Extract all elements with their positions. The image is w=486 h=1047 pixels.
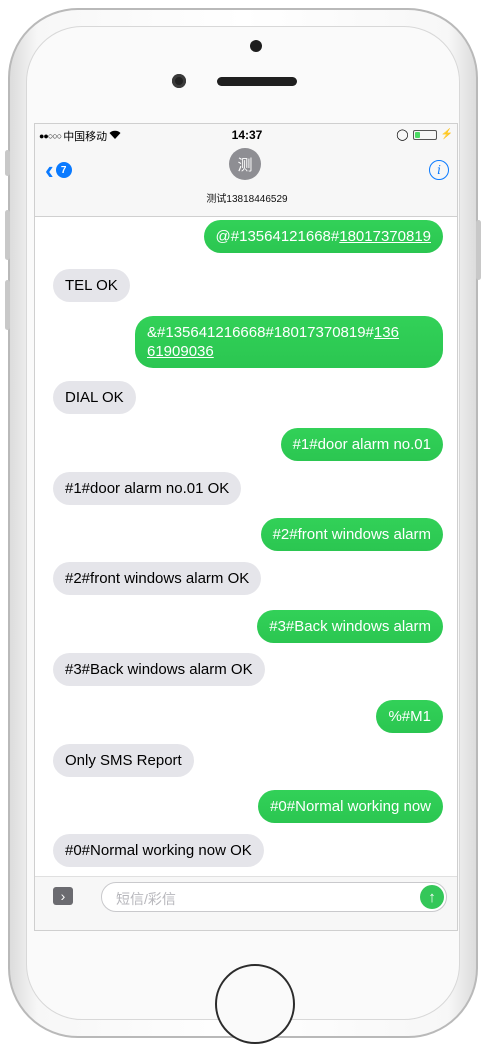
message-bubble-received[interactable]: #1#door alarm no.01 OK [53, 472, 242, 505]
status-time: 14:37 [231, 128, 263, 142]
proximity-sensor [250, 40, 262, 52]
navigation-bar: ●●○○○ 中国移动 14:37 ◯ ⚡ ‹ 7 测 测试13818446529… [35, 124, 457, 217]
message-text: @#13564121668# [215, 228, 340, 245]
phone-link[interactable]: 136 [374, 324, 399, 341]
message-text: &#135641216668#18017370819# [147, 324, 374, 341]
message-bubble-received[interactable]: #2#front windows alarm OK [53, 562, 262, 595]
back-button[interactable]: ‹ 7 [45, 155, 72, 185]
screen: ●●○○○ 中国移动 14:37 ◯ ⚡ ‹ 7 测 测试13818446529… [34, 123, 458, 931]
message-bubble-sent[interactable]: #1#door alarm no.01 [280, 428, 443, 461]
message-text: Only SMS Report [65, 752, 182, 769]
message-bubble-received[interactable]: TEL OK [53, 269, 130, 302]
phone-link[interactable]: 61909036 [147, 343, 214, 360]
message-bubble-received[interactable]: DIAL OK [53, 381, 136, 414]
battery-level [414, 131, 420, 138]
message-bubble-received[interactable]: #3#Back windows alarm OK [53, 653, 265, 686]
message-bubble-received[interactable]: #0#Normal working now OK [53, 834, 264, 867]
send-button[interactable]: ↑ [420, 885, 444, 909]
volume-up-button [5, 210, 10, 260]
chevron-right-icon: › [60, 888, 66, 904]
message-bubble-sent[interactable]: @#13564121668#18017370819 [203, 220, 443, 253]
status-right: ◯ ⚡ [396, 128, 453, 141]
message-text: #3#Back windows alarm [269, 618, 431, 635]
message-text: TEL OK [65, 277, 118, 294]
charging-icon: ⚡ [440, 129, 453, 140]
volume-down-button [5, 280, 10, 330]
message-text: #1#door alarm no.01 OK [65, 480, 230, 497]
message-text: #0#Normal working now [270, 798, 431, 815]
message-bubble-sent[interactable]: &#135641216668#18017370819#136 61909036 [135, 316, 443, 368]
unread-badge: 7 [55, 162, 72, 178]
message-text: #0#Normal working now OK [65, 842, 252, 859]
chevron-left-icon: ‹ [45, 155, 54, 185]
home-button[interactable] [215, 964, 295, 1044]
message-bubble-sent[interactable]: #0#Normal working now [258, 790, 443, 823]
contact-name[interactable]: 测试13818446529 [35, 190, 457, 205]
message-bubble-sent[interactable]: #2#front windows alarm [260, 518, 443, 551]
earpiece-speaker [217, 77, 297, 86]
message-bubble-received[interactable]: Only SMS Report [53, 744, 194, 777]
arrow-up-icon: ↑ [428, 888, 436, 906]
front-camera [172, 74, 186, 88]
message-composer: › 短信/彩信 ↑ [35, 876, 457, 930]
battery-icon [412, 129, 437, 140]
rotation-lock-icon: ◯ [396, 129, 409, 141]
message-input-placeholder: 短信/彩信 [116, 891, 176, 907]
message-text: %#M1 [388, 708, 431, 725]
message-text: DIAL OK [65, 389, 124, 406]
power-button [476, 220, 481, 280]
message-input[interactable]: 短信/彩信 ↑ [101, 882, 447, 912]
message-text: #1#door alarm no.01 [292, 436, 431, 453]
message-text: #2#front windows alarm OK [65, 570, 250, 587]
mute-switch [5, 150, 10, 176]
message-bubble-sent[interactable]: %#M1 [376, 700, 443, 733]
phone-link[interactable]: 18017370819 [339, 228, 431, 245]
message-text: #2#front windows alarm [272, 526, 431, 543]
message-bubble-sent[interactable]: #3#Back windows alarm [257, 610, 443, 643]
apps-expand-button[interactable]: › [53, 887, 73, 905]
message-text: #3#Back windows alarm OK [65, 661, 253, 678]
status-bar: ●●○○○ 中国移动 14:37 ◯ ⚡ [35, 124, 457, 144]
contact-avatar[interactable]: 测 [229, 148, 261, 180]
info-icon[interactable]: i [429, 160, 449, 180]
